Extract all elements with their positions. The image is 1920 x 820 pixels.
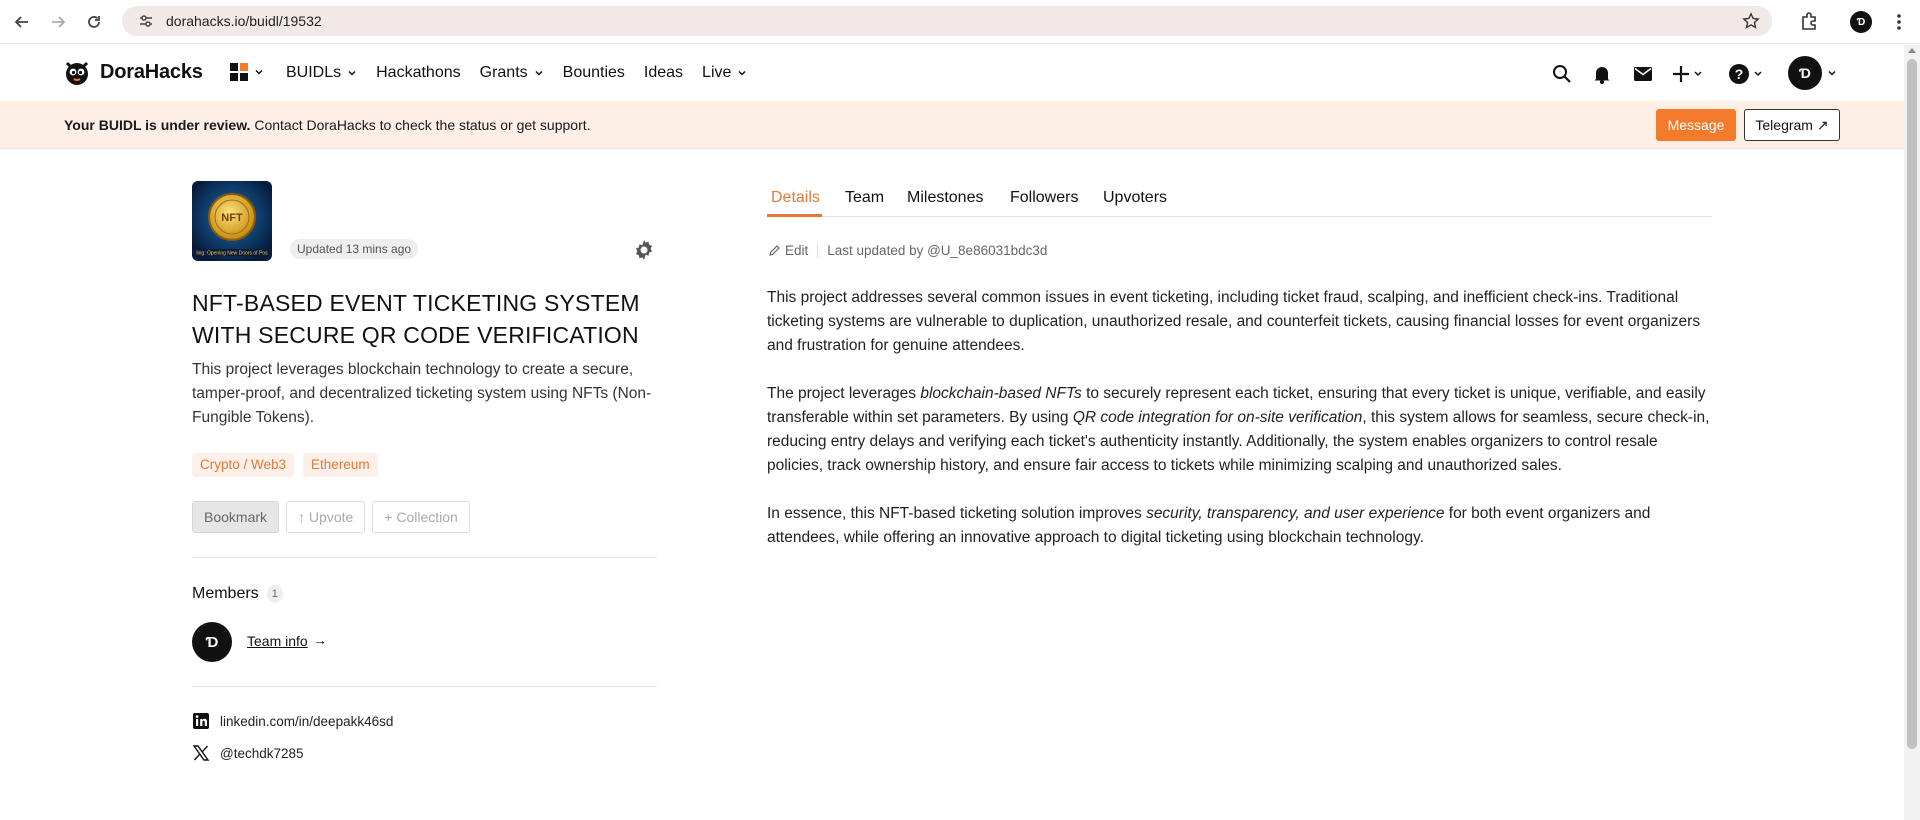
members-count-badge: 1: [266, 585, 283, 603]
extensions-icon[interactable]: [1798, 10, 1820, 32]
project-description: This project leverages blockchain techno…: [192, 361, 652, 426]
project-logo: NFT ling: Opening New Doors of Pos: [192, 181, 272, 261]
nav-hackathons[interactable]: Hackathons: [376, 61, 461, 85]
tab-details[interactable]: Details: [771, 189, 820, 207]
divider: [192, 686, 657, 687]
divider: [817, 243, 819, 258]
nav-bounties[interactable]: Bounties: [563, 61, 625, 85]
tag[interactable]: Ethereum: [303, 453, 378, 477]
twitter-link[interactable]: @techdk7285: [192, 744, 304, 762]
project-actions: Bookmark ↑ Upvote + Collection: [192, 501, 470, 533]
updated-badge: Updated 13 mins ago: [290, 239, 419, 259]
tab-upvoters[interactable]: Upvoters: [1103, 189, 1167, 207]
site-settings-icon[interactable]: [138, 13, 154, 29]
browser-menu-icon[interactable]: [1888, 10, 1910, 34]
tag[interactable]: Crypto / Web3: [192, 453, 295, 477]
gear-icon[interactable]: [632, 238, 656, 262]
upvote-button[interactable]: ↑ Upvote: [286, 501, 366, 533]
url-text: dorahacks.io/buidl/19532: [166, 13, 322, 29]
edit-link[interactable]: Edit: [785, 243, 808, 258]
message-button[interactable]: Message: [1656, 109, 1736, 141]
brand-name: DoraHacks: [100, 60, 203, 83]
svg-text:?: ?: [1735, 66, 1744, 82]
member-avatar[interactable]: Ɗ: [192, 622, 232, 662]
nav-buidls[interactable]: BUIDLs: [286, 61, 357, 85]
tab-team[interactable]: Team: [845, 189, 884, 207]
active-tab-indicator: [767, 214, 822, 217]
scroll-up-icon[interactable]: [1908, 48, 1916, 53]
project-tabs: Details Team Milestones Followers Upvote…: [767, 181, 1712, 217]
nav-live[interactable]: Live: [702, 61, 747, 85]
help-menu-icon[interactable]: ?: [1728, 63, 1764, 85]
arrow-right-icon: →: [313, 632, 327, 648]
mail-icon[interactable]: [1632, 63, 1654, 85]
create-menu-icon[interactable]: [1672, 63, 1704, 85]
members-heading: Members 1: [192, 585, 283, 603]
browser-profile-avatar[interactable]: Ɗ: [1850, 11, 1872, 33]
back-icon[interactable]: [10, 10, 34, 34]
bookmark-button[interactable]: Bookmark: [192, 501, 280, 533]
apps-grid-icon: [230, 63, 248, 81]
dorahacks-logo-icon: [65, 61, 89, 85]
review-banner-text: Your BUIDL is under review. Contact Dora…: [64, 117, 591, 133]
telegram-button[interactable]: Telegram ↗: [1744, 109, 1840, 141]
forward-icon[interactable]: [46, 10, 70, 34]
address-bar[interactable]: dorahacks.io/buidl/19532: [122, 6, 1772, 36]
details-meta: Edit Last updated by @U_8e86031bdc3d: [768, 243, 1047, 258]
pencil-icon[interactable]: [768, 244, 781, 257]
add-to-collection-button[interactable]: + Collection: [372, 501, 470, 533]
project-tags: Crypto / Web3 Ethereum: [192, 453, 378, 477]
bell-icon[interactable]: [1591, 63, 1613, 85]
linkedin-link[interactable]: linkedin.com/in/deepakk46sd: [192, 712, 393, 730]
chevron-down-icon: [348, 70, 356, 76]
x-icon: [192, 745, 210, 761]
user-avatar[interactable]: Ɗ: [1788, 56, 1822, 90]
divider: [192, 557, 657, 558]
project-details-content: This project addresses several common is…: [767, 286, 1713, 574]
chevron-down-icon: [535, 70, 543, 76]
chevron-down-icon: [738, 70, 746, 76]
scrollbar-thumb[interactable]: [1907, 59, 1917, 749]
tab-followers[interactable]: Followers: [1010, 189, 1078, 207]
svg-text:ling: Opening New Doors of Pos: ling: Opening New Doors of Pos: [196, 251, 268, 257]
chevron-down-icon: [255, 69, 263, 75]
last-updated-text: Last updated by @U_8e86031bdc3d: [827, 243, 1048, 258]
bookmark-star-icon[interactable]: [1742, 12, 1760, 30]
linkedin-icon: [193, 713, 209, 729]
tab-milestones[interactable]: Milestones: [907, 189, 983, 207]
team-info-link[interactable]: Team info: [247, 633, 308, 649]
chevron-down-icon[interactable]: [1827, 68, 1837, 78]
page-scrollbar[interactable]: [1904, 45, 1920, 820]
project-title: NFT-BASED EVENT TICKETING SYSTEM WITH SE…: [192, 290, 640, 348]
dorahacks-logo[interactable]: DoraHacks: [62, 57, 203, 87]
site-header: DoraHacks BUIDLs Hackathons Grants Bount…: [0, 45, 1904, 101]
apps-menu[interactable]: [230, 63, 264, 81]
paragraph: In essence, this NFT-based ticketing sol…: [767, 505, 1651, 546]
nav-grants[interactable]: Grants: [480, 61, 544, 85]
svg-text:NFT: NFT: [221, 212, 243, 224]
main-nav: BUIDLs Hackathons Grants Bounties Ideas …: [286, 61, 766, 85]
review-banner: Your BUIDL is under review. Contact Dora…: [0, 101, 1904, 149]
search-icon[interactable]: [1551, 63, 1573, 85]
reload-icon[interactable]: [82, 10, 106, 34]
nav-ideas[interactable]: Ideas: [644, 61, 683, 85]
browser-toolbar: dorahacks.io/buidl/19532 Ɗ: [0, 0, 1920, 44]
paragraph: The project leverages blockchain-based N…: [767, 385, 1710, 474]
paragraph: This project addresses several common is…: [767, 289, 1701, 354]
